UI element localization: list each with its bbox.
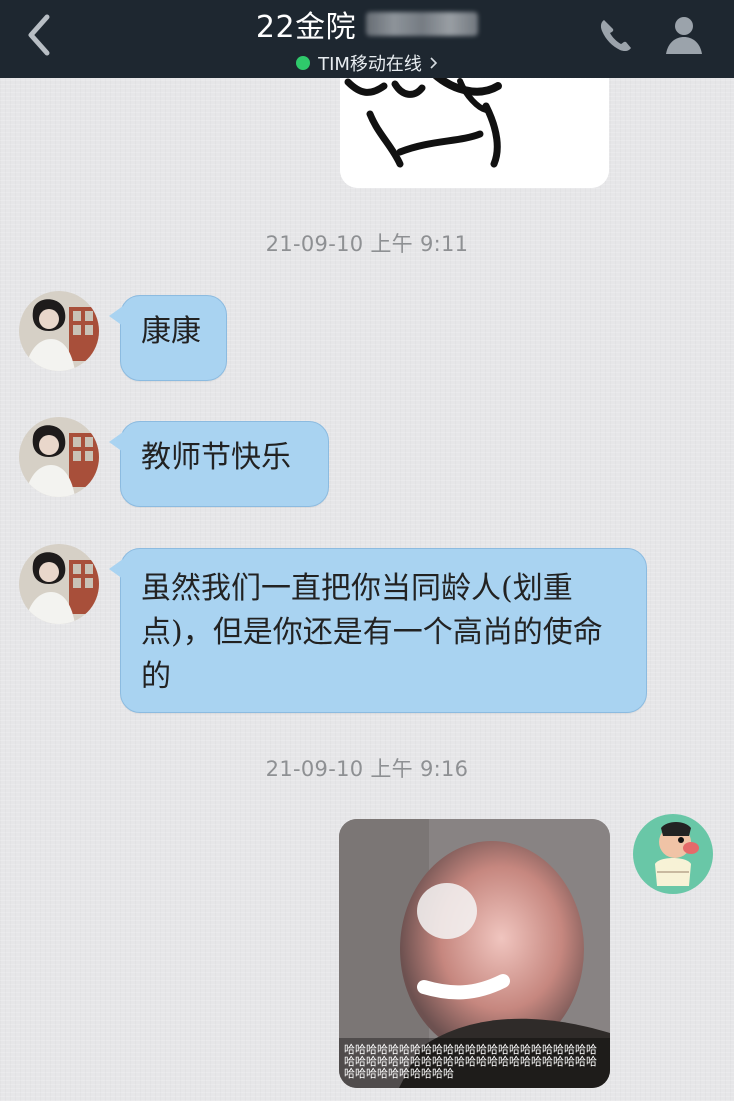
phone-icon bbox=[600, 20, 631, 52]
self-avatar[interactable] bbox=[633, 814, 713, 894]
message-text-3: 虽然我们一直把你当同龄人(划重点)，但是你还是有一个高尚的使命的 bbox=[141, 571, 603, 694]
female-avatar-image bbox=[19, 544, 99, 624]
call-button[interactable] bbox=[592, 12, 638, 58]
message-bubble-2[interactable]: 教师节快乐 bbox=[109, 421, 329, 507]
timestamp-2: 21-09-10 上午 9:16 bbox=[265, 757, 469, 781]
sender-avatar-1[interactable] bbox=[19, 291, 99, 371]
female-avatar-image bbox=[19, 417, 99, 497]
bubble-tail bbox=[109, 306, 123, 326]
message-bubble-3[interactable]: 虽然我们一直把你当同龄人(划重点)，但是你还是有一个高尚的使命的 bbox=[109, 548, 647, 713]
blurred-title-suffix bbox=[366, 12, 479, 36]
message-text-1: 康康 bbox=[141, 314, 201, 349]
conversation-title-row: 22金院 bbox=[255, 2, 479, 46]
sender-avatar-3[interactable] bbox=[19, 544, 99, 624]
cartoon-avatar-image bbox=[633, 814, 713, 894]
chevron-right-icon bbox=[430, 57, 438, 69]
bubble-tail bbox=[109, 559, 123, 579]
online-status-dot bbox=[296, 56, 311, 70]
message-bubble-1[interactable]: 康康 bbox=[109, 295, 227, 381]
top-navigation-bar: 22金院 TIM移动在线 bbox=[0, 0, 734, 78]
person-icon bbox=[666, 17, 702, 54]
female-avatar-image bbox=[19, 291, 99, 371]
bubble-tail bbox=[109, 432, 123, 452]
sender-avatar-2[interactable] bbox=[19, 417, 99, 497]
laughing-image-message[interactable]: 哈哈哈哈哈哈哈哈哈哈哈哈哈哈哈哈哈哈哈哈哈哈哈哈哈哈哈哈哈哈哈哈哈哈哈哈哈哈哈哈… bbox=[339, 819, 610, 1088]
timestamp-1: 21-09-10 上午 9:11 bbox=[265, 232, 469, 256]
online-status[interactable]: TIM移动在线 bbox=[296, 50, 438, 76]
image-caption: 哈哈哈哈哈哈哈哈哈哈哈哈哈哈哈哈哈哈哈哈哈哈哈哈哈哈哈哈哈哈哈哈哈哈哈哈哈哈哈哈… bbox=[339, 1038, 610, 1088]
profile-button[interactable] bbox=[660, 12, 708, 58]
conversation-title: 22金院 bbox=[255, 10, 357, 45]
message-text-2: 教师节快乐 bbox=[141, 440, 291, 475]
online-status-text: TIM移动在线 bbox=[318, 54, 422, 75]
